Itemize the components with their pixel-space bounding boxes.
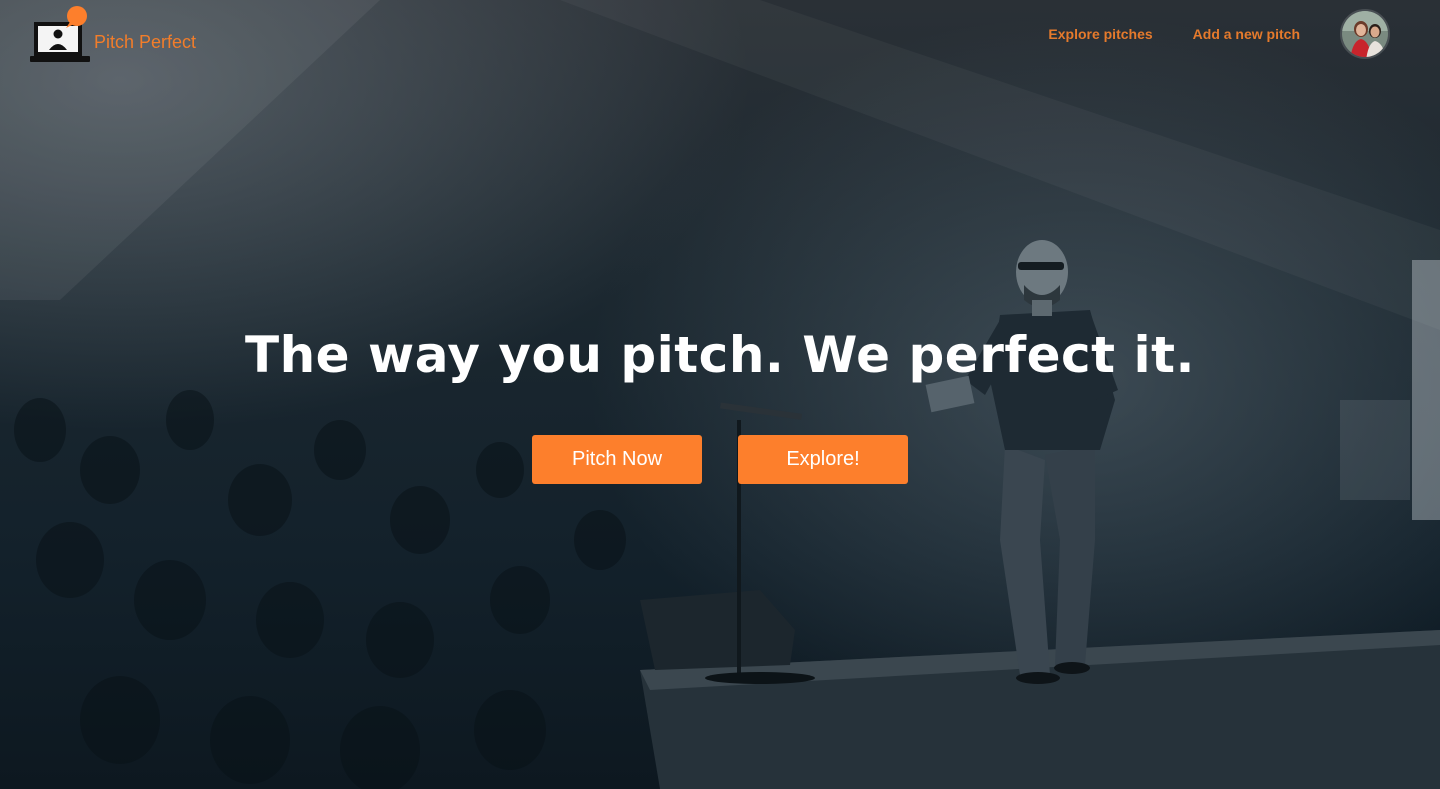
hero-cta-group: Pitch Now Explore! <box>532 435 908 484</box>
explore-button[interactable]: Explore! <box>738 435 908 484</box>
landing-page: Pitch Perfect Explore pitches Add a new … <box>0 0 1440 789</box>
nav-explore-pitches[interactable]: Explore pitches <box>1048 26 1152 42</box>
home-logo-link[interactable]: Pitch Perfect <box>30 6 196 64</box>
nav-add-new-pitch[interactable]: Add a new pitch <box>1193 26 1300 42</box>
brand-name: Pitch Perfect <box>94 31 197 52</box>
top-header: Pitch Perfect Explore pitches Add a new … <box>0 0 1440 80</box>
hero-background-image <box>0 0 1440 789</box>
hero-title: The way you pitch. We perfect it. <box>244 326 1196 384</box>
laptop-presenter-icon <box>30 6 90 64</box>
pitch-now-button[interactable]: Pitch Now <box>532 435 702 484</box>
main-nav: Explore pitches Add a new pitch <box>1048 26 1300 42</box>
user-avatar-icon[interactable] <box>1340 9 1390 59</box>
